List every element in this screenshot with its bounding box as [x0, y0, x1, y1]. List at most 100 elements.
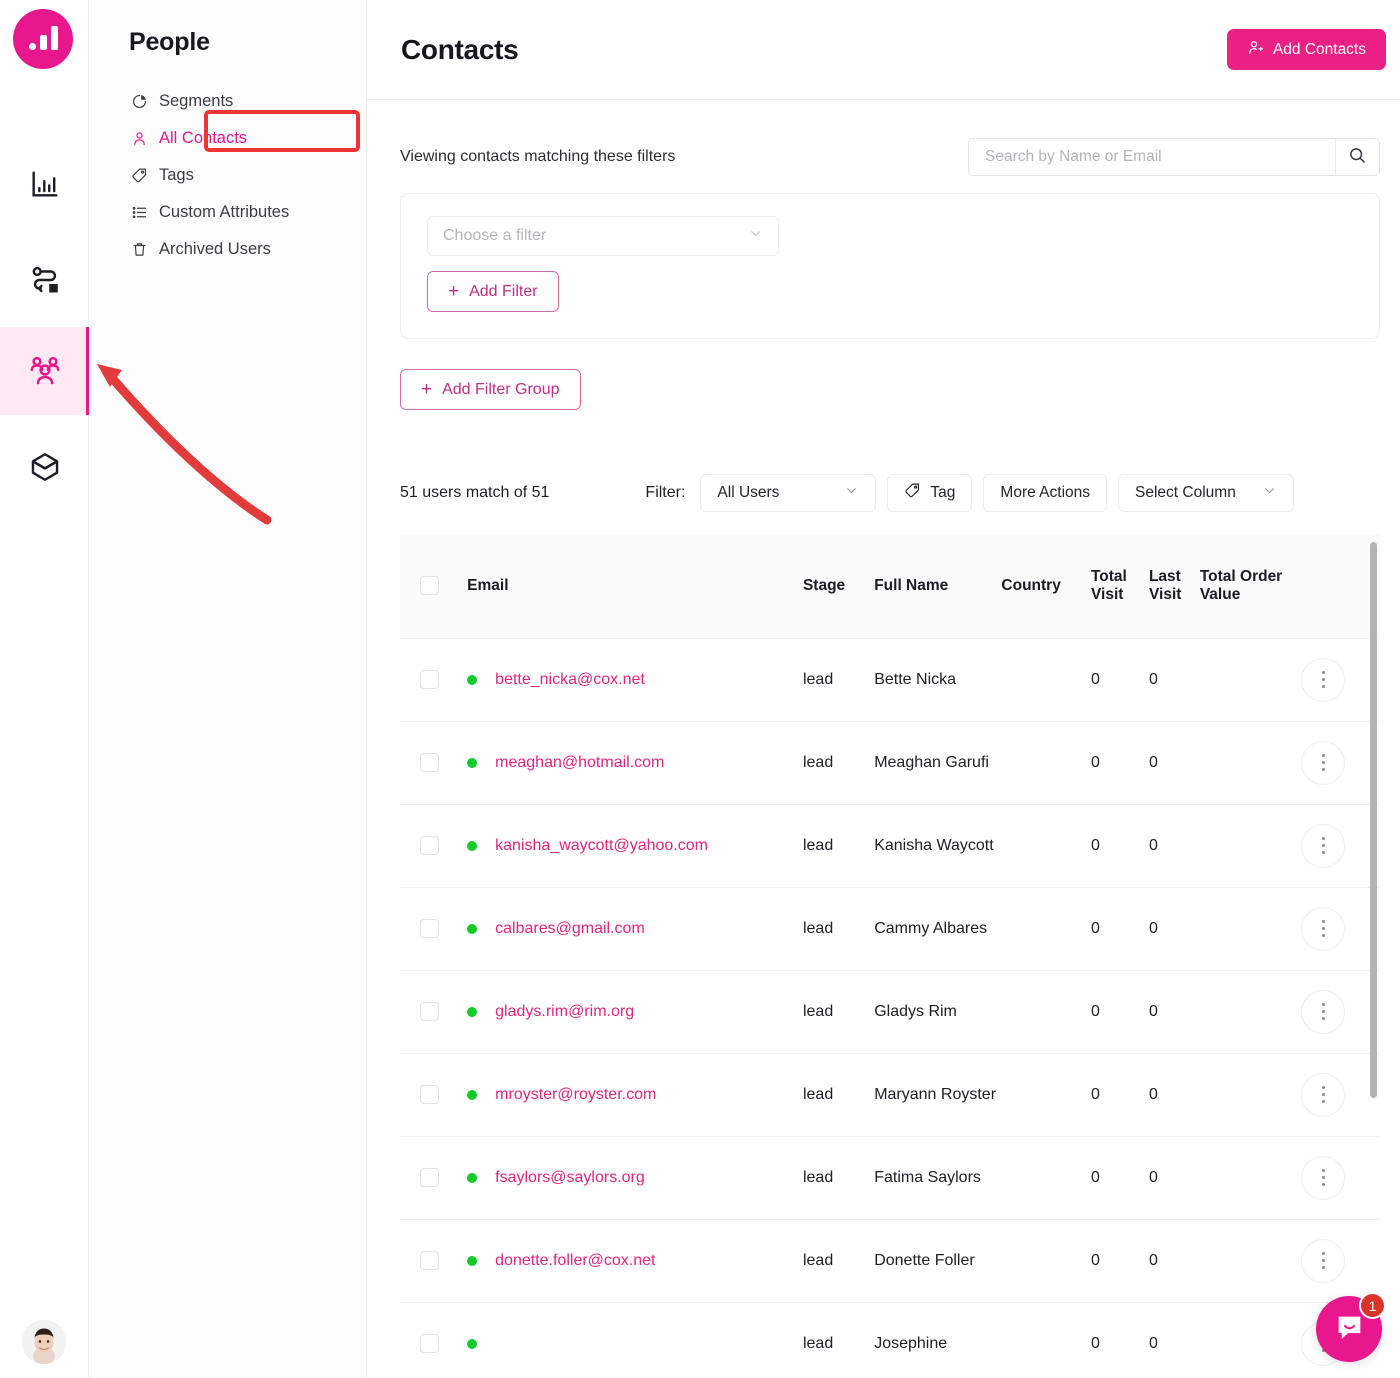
chevron-down-icon: [1262, 483, 1277, 503]
cell-total-visit: 0: [1090, 721, 1149, 805]
bar-chart-logo[interactable]: [13, 9, 73, 69]
cell-total-visit: 0: [1090, 1053, 1149, 1137]
rail-item-analytics[interactable]: [0, 140, 89, 228]
tag-button[interactable]: Tag: [887, 474, 973, 512]
table-vertical-scrollbar[interactable]: [1370, 542, 1377, 1098]
row-checkbox[interactable]: [420, 753, 439, 772]
row-actions-button[interactable]: [1301, 1072, 1346, 1117]
filter-all-users-select[interactable]: All Users: [700, 474, 877, 512]
cell-fullname: Bette Nicka: [874, 638, 1002, 722]
sidebar-item-archived-users[interactable]: Archived Users: [89, 231, 366, 268]
row-select-cell: [400, 887, 468, 971]
table-row[interactable]: gladys.rim@rim.org lead Gladys Rim 0 0: [400, 970, 1380, 1054]
pie-chart-icon: [131, 93, 148, 110]
table-row[interactable]: fsaylors@saylors.org lead Fatima Saylors 0 0: [400, 1136, 1380, 1220]
cell-fullname: Josephine: [874, 1302, 1002, 1378]
row-actions-button[interactable]: [1301, 740, 1346, 785]
row-checkbox[interactable]: [420, 670, 439, 689]
cell-stage: lead: [802, 638, 875, 722]
cell-country: [1001, 638, 1091, 722]
table-row[interactable]: bette_nicka@cox.net lead Bette Nicka 0 0: [400, 638, 1380, 722]
search-input[interactable]: [969, 139, 1335, 175]
sidebar-item-all-contacts[interactable]: All Contacts: [89, 120, 366, 157]
row-checkbox[interactable]: [420, 1334, 439, 1353]
cell-country: [1001, 1136, 1091, 1220]
column-header-email[interactable]: Email: [467, 534, 803, 639]
column-header-stage[interactable]: Stage: [802, 534, 875, 639]
avatar[interactable]: [22, 1320, 66, 1364]
table-row[interactable]: kanisha_waycott@yahoo.com lead Kanisha Way…: [400, 804, 1380, 888]
choose-filter-select[interactable]: Choose a filter: [427, 216, 779, 256]
table-row[interactable]: mroyster@royster.com lead Maryann Royster 0…: [400, 1053, 1380, 1137]
sidebar-item-segments[interactable]: Segments: [89, 83, 366, 120]
cell-total-visit: 0: [1090, 638, 1149, 722]
email-link[interactable]: meaghan@hotmail.com: [495, 754, 664, 772]
column-header-totalvisit[interactable]: Total Visit: [1090, 534, 1149, 639]
column-header-country[interactable]: Country: [1001, 534, 1091, 639]
cell-last-visit: 0: [1148, 638, 1200, 722]
table-row[interactable]: meaghan@hotmail.com lead Meaghan Garufi 0 0: [400, 721, 1380, 805]
more-actions-button[interactable]: More Actions: [983, 474, 1108, 512]
row-actions-button[interactable]: [1301, 1238, 1346, 1283]
row-actions-button[interactable]: [1301, 1155, 1346, 1200]
email-link[interactable]: gladys.rim@rim.org: [495, 1003, 634, 1021]
row-actions-button[interactable]: [1301, 823, 1346, 868]
filter-value: All Users: [717, 484, 780, 501]
cell-total-visit: 0: [1090, 804, 1149, 888]
column-header-totalordervalue[interactable]: Total Order Value: [1199, 534, 1294, 639]
cell-total-order-value: [1199, 970, 1294, 1054]
filter-label: Filter:: [645, 484, 686, 501]
email-link[interactable]: bette_nicka@cox.net: [495, 671, 645, 689]
icon-rail: [0, 0, 89, 1378]
email-link[interactable]: donette.foller@cox.net: [495, 1252, 655, 1270]
table-row[interactable]: donette.foller@cox.net lead Donette Foller…: [400, 1219, 1380, 1303]
cell-fullname: Kanisha Waycott: [874, 804, 1002, 888]
table-row[interactable]: lead Josephine 0 0: [400, 1302, 1380, 1378]
cell-last-visit: 0: [1148, 887, 1200, 971]
table-row[interactable]: calbares@gmail.com lead Cammy Albares 0 0: [400, 887, 1380, 971]
page-header: Contacts Add Contacts: [367, 0, 1400, 100]
table-toolbar: 51 users match of 51 Filter: All Users T…: [400, 474, 1380, 512]
sidebar-item-label: Tags: [159, 166, 194, 184]
add-filter-group-button[interactable]: + Add Filter Group: [400, 369, 581, 410]
cell-fullname: Donette Foller: [874, 1219, 1002, 1303]
column-header-lastvisit[interactable]: Last Visit: [1148, 534, 1200, 639]
email-link[interactable]: fsaylors@saylors.org: [495, 1169, 645, 1187]
row-checkbox[interactable]: [420, 1002, 439, 1021]
logo-bar-3: [50, 26, 58, 50]
cell-last-visit: 0: [1148, 721, 1200, 805]
email-link[interactable]: kanisha_waycott@yahoo.com: [495, 837, 708, 855]
rail-item-products[interactable]: [0, 423, 89, 511]
select-all-checkbox[interactable]: [420, 576, 439, 596]
row-checkbox[interactable]: [420, 1085, 439, 1104]
cell-stage: lead: [802, 970, 875, 1054]
cell-country: [1001, 970, 1091, 1054]
cell-actions: [1293, 1219, 1380, 1303]
content-area: Viewing contacts matching these filters: [367, 100, 1400, 1378]
search-button[interactable]: [1335, 139, 1379, 175]
sidebar-item-tags[interactable]: Tags: [89, 157, 366, 194]
row-select-cell: [400, 970, 468, 1054]
row-actions-button[interactable]: [1301, 657, 1346, 702]
contacts-table: Email Stage Full Name Country Total Visi…: [400, 534, 1380, 1378]
row-checkbox[interactable]: [420, 1168, 439, 1187]
cell-email: [467, 1302, 803, 1378]
rail-item-people[interactable]: [0, 327, 89, 415]
cell-total-visit: 0: [1090, 1136, 1149, 1220]
row-actions-button[interactable]: [1301, 989, 1346, 1034]
add-filter-button[interactable]: + Add Filter: [427, 271, 559, 312]
rail-item-journeys[interactable]: [0, 236, 89, 324]
select-column-button[interactable]: Select Column: [1118, 474, 1295, 512]
email-link[interactable]: mroyster@royster.com: [495, 1086, 656, 1104]
column-header-fullname[interactable]: Full Name: [874, 534, 1002, 639]
cell-country: [1001, 1053, 1091, 1137]
sidebar-item-custom-attributes[interactable]: Custom Attributes: [89, 194, 366, 231]
row-checkbox[interactable]: [420, 836, 439, 855]
row-checkbox[interactable]: [420, 1251, 439, 1270]
row-checkbox[interactable]: [420, 919, 439, 938]
people-icon: [26, 352, 64, 390]
row-actions-button[interactable]: [1301, 906, 1346, 951]
add-contacts-button[interactable]: Add Contacts: [1226, 29, 1386, 70]
email-link[interactable]: calbares@gmail.com: [495, 920, 645, 938]
column-header-actions: [1293, 534, 1380, 639]
